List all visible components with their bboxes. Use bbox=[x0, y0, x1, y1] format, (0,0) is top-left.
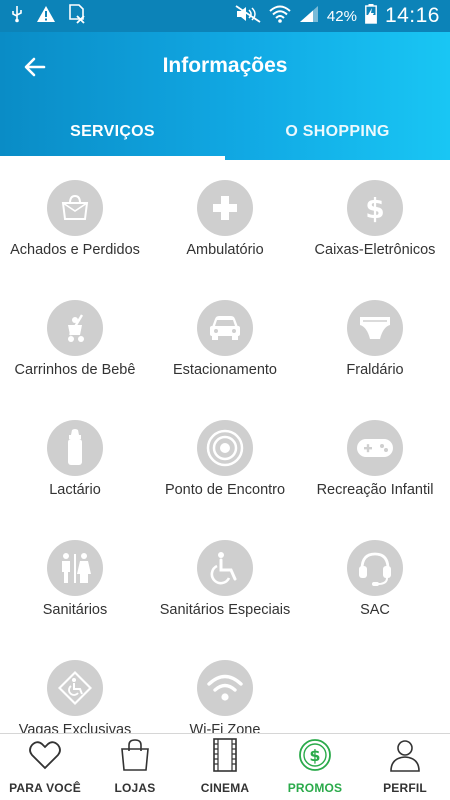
gamepad-icon bbox=[347, 420, 403, 476]
nav-cinema[interactable]: CINEMA bbox=[180, 734, 270, 800]
service-sanitarios-especiais[interactable]: Sanitários Especiais bbox=[150, 520, 300, 640]
svg-text:$: $ bbox=[365, 192, 384, 225]
nav-lojas[interactable]: LOJAS bbox=[90, 734, 180, 800]
service-label: Sanitários bbox=[42, 602, 108, 618]
bottom-navigation: PARA VOCÊ LOJAS CINEMA $ PROMOS PERFIL bbox=[0, 733, 450, 800]
tab-bar: SERVIÇOS O SHOPPING bbox=[0, 114, 450, 160]
service-fraldario[interactable]: Fraldário bbox=[300, 280, 450, 400]
baby-bottle-icon bbox=[47, 420, 103, 476]
service-label: Ambulatório bbox=[186, 242, 264, 258]
accessible-parking-icon bbox=[47, 660, 103, 716]
film-icon bbox=[213, 738, 237, 772]
nav-label: LOJAS bbox=[114, 781, 156, 795]
restroom-icon bbox=[47, 540, 103, 596]
battery-charging-icon bbox=[365, 3, 377, 29]
service-label: Sanitários Especiais bbox=[159, 602, 291, 618]
sim-off-icon bbox=[68, 3, 86, 29]
wheelchair-icon bbox=[197, 540, 253, 596]
diaper-icon bbox=[347, 300, 403, 356]
service-label: Recreação Infantil bbox=[316, 482, 434, 498]
service-ponto-de-encontro[interactable]: Ponto de Encontro bbox=[150, 400, 300, 520]
nav-label: CINEMA bbox=[200, 781, 250, 795]
shopping-bag-icon bbox=[121, 739, 149, 771]
dollar-coin-icon: $ bbox=[299, 739, 331, 771]
signal-icon bbox=[299, 5, 319, 28]
heart-icon bbox=[29, 741, 61, 770]
service-label: Caixas-Eletrônicos bbox=[314, 242, 436, 258]
service-carrinhos-de-bebe[interactable]: Carrinhos de Bebê bbox=[0, 280, 150, 400]
app-header: Informações SERVIÇOS O SHOPPING bbox=[0, 32, 450, 160]
warning-icon bbox=[36, 5, 56, 28]
tab-label: SERVIÇOS bbox=[70, 123, 155, 140]
nav-label: PROMOS bbox=[287, 781, 343, 795]
nav-label: PARA VOCÊ bbox=[9, 781, 81, 795]
dollar-icon: $ bbox=[347, 180, 403, 236]
service-lactario[interactable]: Lactário bbox=[0, 400, 150, 520]
usb-icon bbox=[10, 5, 24, 27]
service-label: Wi-Fi Zone bbox=[189, 722, 261, 733]
tab-label: O SHOPPING bbox=[285, 123, 390, 140]
tab-o-shopping[interactable]: O SHOPPING bbox=[225, 114, 450, 160]
service-vagas-exclusivas[interactable]: Vagas Exclusivas bbox=[0, 640, 150, 733]
service-estacionamento[interactable]: Estacionamento bbox=[150, 280, 300, 400]
nav-label: PERFIL bbox=[383, 781, 427, 795]
service-label: Estacionamento bbox=[173, 362, 277, 378]
user-icon bbox=[390, 740, 420, 772]
mute-icon bbox=[235, 4, 261, 28]
service-label: Achados e Perdidos bbox=[10, 242, 140, 258]
service-caixas-eletronicos[interactable]: $ Caixas-Eletrônicos bbox=[300, 160, 450, 280]
service-label: Carrinhos de Bebê bbox=[14, 362, 136, 378]
service-label: Vagas Exclusivas bbox=[18, 722, 132, 733]
service-label: Ponto de Encontro bbox=[164, 482, 286, 498]
service-wi-fi-zone[interactable]: Wi-Fi Zone bbox=[150, 640, 300, 733]
bag-icon bbox=[47, 180, 103, 236]
service-sac[interactable]: SAC bbox=[300, 520, 450, 640]
service-label: Fraldário bbox=[346, 362, 404, 378]
target-icon bbox=[197, 420, 253, 476]
stroller-icon bbox=[47, 300, 103, 356]
service-recreacao-infantil[interactable]: Recreação Infantil bbox=[300, 400, 450, 520]
nav-para-voce[interactable]: PARA VOCÊ bbox=[0, 734, 90, 800]
plus-icon bbox=[197, 180, 253, 236]
clock: 14:16 bbox=[384, 4, 440, 27]
battery-percent: 42% bbox=[326, 7, 357, 25]
services-grid: Achados e Perdidos Ambulatório $ Caixas-… bbox=[0, 160, 450, 733]
page-title: Informações bbox=[162, 54, 288, 77]
service-ambulatorio[interactable]: Ambulatório bbox=[150, 160, 300, 280]
wifi-icon bbox=[269, 5, 291, 28]
svg-text:$: $ bbox=[309, 746, 320, 765]
service-achados-e-perdidos[interactable]: Achados e Perdidos bbox=[0, 160, 150, 280]
service-sanitarios[interactable]: Sanitários bbox=[0, 520, 150, 640]
nav-perfil[interactable]: PERFIL bbox=[360, 734, 450, 800]
headset-icon bbox=[347, 540, 403, 596]
nav-promos[interactable]: $ PROMOS bbox=[270, 734, 360, 800]
tab-servicos[interactable]: SERVIÇOS bbox=[0, 114, 225, 160]
status-bar: 42% 14:16 bbox=[0, 0, 450, 32]
service-label: Lactário bbox=[49, 482, 101, 498]
service-label: SAC bbox=[360, 602, 390, 618]
car-icon bbox=[197, 300, 253, 356]
wifi-icon bbox=[197, 660, 253, 716]
